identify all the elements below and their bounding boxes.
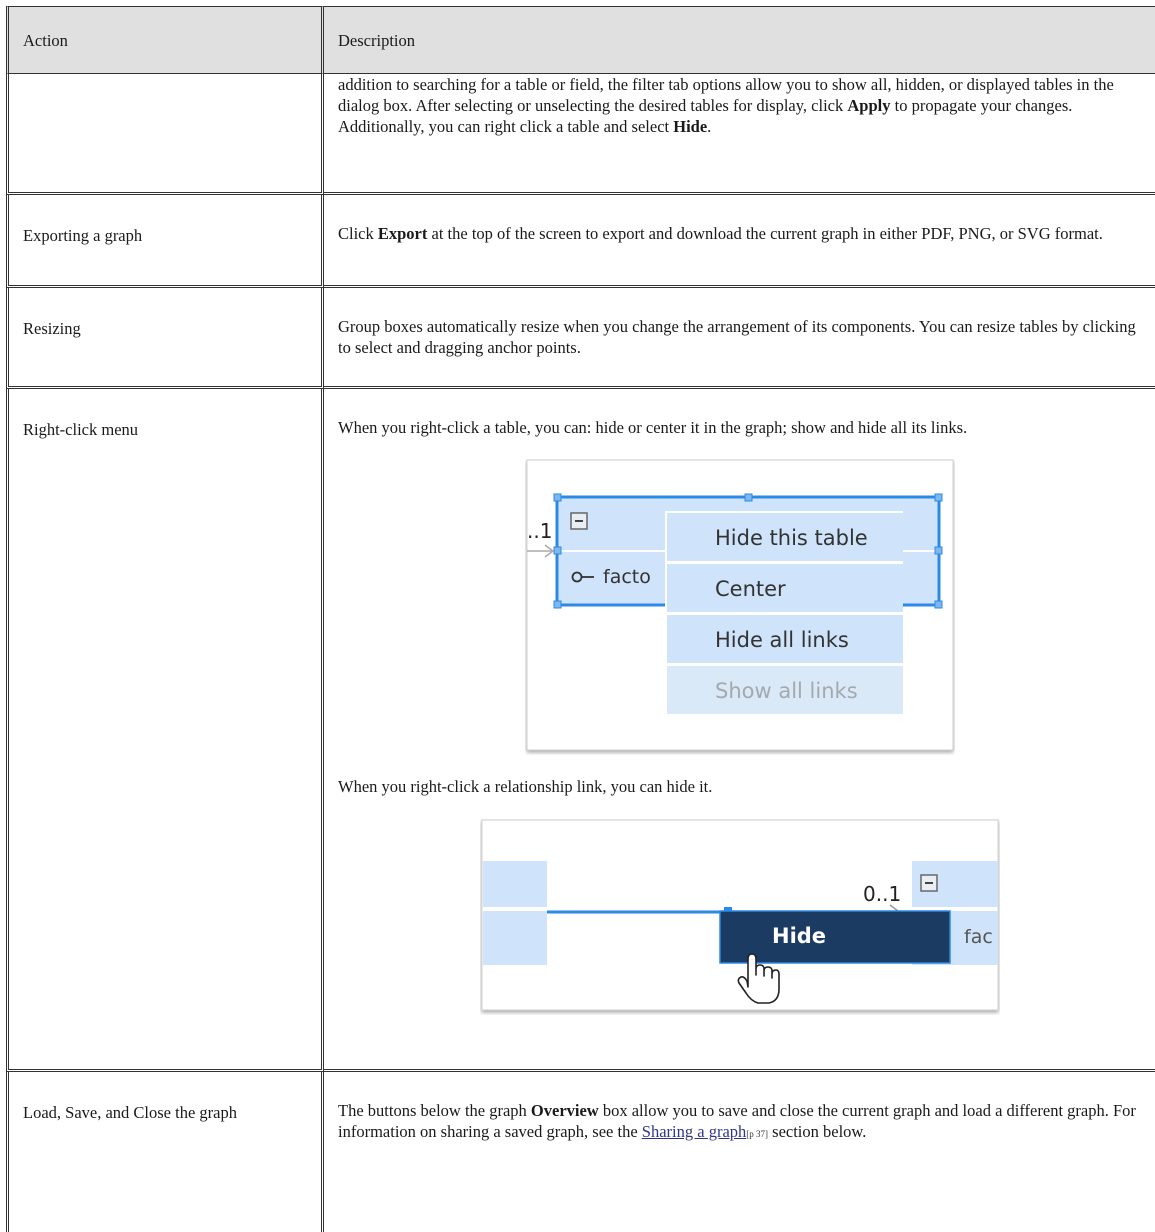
table-header-row: Action Description bbox=[6, 6, 1155, 74]
table-row: addition to searching for a table or fie… bbox=[6, 74, 1155, 195]
export-term: Export bbox=[377, 224, 428, 243]
description-text: When you right-click a relationship link… bbox=[338, 777, 713, 796]
menu-label-disabled: Show all links bbox=[715, 679, 858, 703]
description-text: Group boxes automatically resize when yo… bbox=[338, 317, 1136, 357]
link-menu-screenshot: 0..1 Hide fac bbox=[481, 819, 999, 1011]
description-cell: Click Export at the top of the screen to… bbox=[324, 195, 1155, 288]
sharing-graph-link[interactable]: Sharing a graph bbox=[642, 1122, 746, 1141]
description-cell: Group boxes automatically resize when yo… bbox=[324, 288, 1155, 389]
field-label: facto bbox=[603, 566, 651, 588]
menu-label: Center bbox=[715, 577, 786, 601]
action-cell: Right-click menu bbox=[6, 389, 324, 1072]
menu-label: Hide this table bbox=[715, 526, 868, 550]
header-action: Action bbox=[6, 6, 324, 74]
menu-label: Hide bbox=[772, 924, 826, 948]
description-text: Click bbox=[338, 224, 378, 243]
action-description-table: Action Description addition to searching… bbox=[6, 6, 1155, 1232]
table-row: Resizing Group boxes automatically resiz… bbox=[6, 288, 1155, 389]
description-text: When you right-click a table, you can: h… bbox=[338, 418, 968, 437]
page-reference: [p 37] bbox=[746, 1129, 769, 1139]
description-cell: addition to searching for a table or fie… bbox=[324, 74, 1155, 195]
multiplicity-label: ..1 bbox=[527, 519, 552, 543]
description-cell: The buttons below the graph Overview box… bbox=[324, 1072, 1155, 1232]
apply-term: Apply bbox=[847, 96, 891, 115]
menu-label: Hide all links bbox=[715, 628, 849, 652]
description-cell: When you right-click a table, you can: h… bbox=[324, 389, 1155, 1072]
table-row: Right-click menu When you right-click a … bbox=[6, 389, 1155, 1072]
collapse-icon[interactable] bbox=[920, 874, 938, 892]
hide-term: Hide bbox=[673, 117, 708, 136]
header-description: Description bbox=[324, 6, 1155, 74]
description-text: at the top of the screen to export and d… bbox=[427, 224, 1103, 243]
action-cell: Exporting a graph bbox=[6, 195, 324, 288]
description-text: . bbox=[707, 117, 712, 136]
description-text: The buttons below the graph bbox=[338, 1101, 531, 1120]
field-label: fac bbox=[964, 926, 993, 948]
action-cell bbox=[6, 74, 324, 195]
context-menu-screenshot: ..1 facto Hide this table Center Hide al… bbox=[526, 459, 954, 751]
action-cell: Resizing bbox=[6, 288, 324, 389]
description-text: section below. bbox=[768, 1122, 867, 1141]
multiplicity-label: 0..1 bbox=[863, 882, 901, 906]
table-row: Exporting a graph Click Export at the to… bbox=[6, 195, 1155, 288]
context-menu: Hide this table Center Hide all links Sh… bbox=[665, 511, 903, 717]
table-row: Load, Save, and Close the graph The butt… bbox=[6, 1072, 1155, 1232]
action-cell: Load, Save, and Close the graph bbox=[6, 1072, 324, 1232]
overview-term: Overview bbox=[530, 1101, 599, 1120]
collapse-icon[interactable] bbox=[570, 512, 588, 530]
